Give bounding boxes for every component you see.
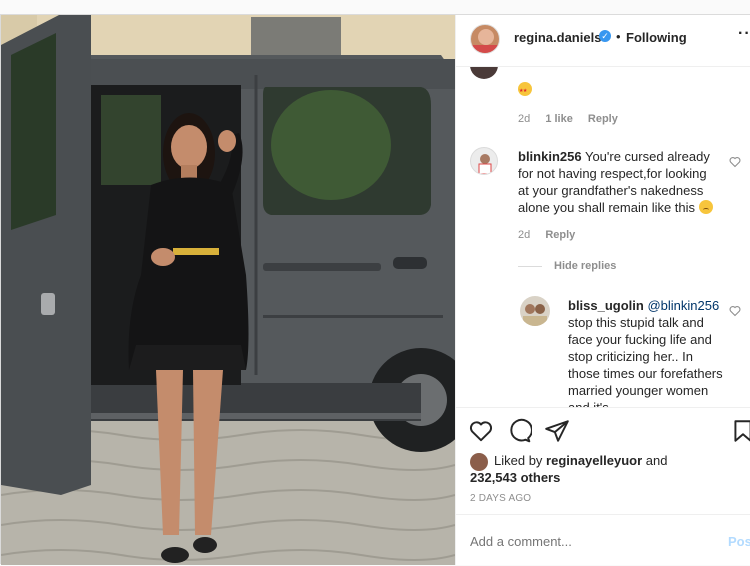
post-photo[interactable] (1, 15, 455, 565)
hide-replies-button[interactable]: Hide replies (554, 260, 616, 272)
comment-input[interactable] (470, 534, 710, 549)
likes-summary: Liked by reginayelleyuor and 232,543 oth… (470, 452, 740, 486)
verified-badge-icon: ✓ (599, 30, 611, 42)
reply-button[interactable]: Reply (588, 113, 618, 125)
following-button[interactable]: Following (626, 30, 687, 45)
reply-body: bliss_ugolin @blinkin256 stop this stupi… (568, 297, 723, 407)
liker-username[interactable]: reginayelleyuor (546, 453, 642, 468)
like-reply-heart-icon[interactable] (729, 305, 741, 317)
comment-meta: 2d 1 like Reply (518, 113, 630, 125)
post-sidebar: regina.daniels ✓ • Following ··· 2d 1 li… (455, 15, 750, 565)
reply-username[interactable]: bliss_ugolin (568, 298, 644, 313)
like-comment-heart-icon[interactable] (729, 156, 741, 168)
share-paper-plane-icon[interactable] (544, 418, 570, 444)
add-comment-bar: Post (456, 514, 750, 566)
post-timestamp[interactable]: 2 DAYS AGO (470, 493, 531, 504)
commenter-avatar[interactable] (470, 147, 498, 175)
likes-others-count[interactable]: 232,543 others (470, 469, 740, 486)
comment-likes-count[interactable]: 1 like (545, 113, 573, 125)
replies-divider (518, 266, 542, 267)
reply-button[interactable]: Reply (545, 229, 575, 241)
comments-list[interactable]: 2d 1 like Reply blinkin256 You're cursed… (456, 67, 750, 407)
header-separator: • (616, 29, 621, 44)
comment-age: 2d (518, 113, 531, 125)
commenter-avatar[interactable] (470, 67, 498, 79)
sad-face-emoji-icon (698, 200, 713, 214)
post-header: regina.daniels ✓ • Following ··· (456, 15, 750, 67)
author-username[interactable]: regina.daniels (514, 30, 601, 45)
save-bookmark-icon[interactable] (730, 418, 750, 444)
author-avatar[interactable] (470, 24, 500, 54)
comment-username[interactable]: blinkin256 (518, 149, 582, 164)
reply-mention[interactable]: @blinkin256 (647, 298, 719, 313)
like-heart-icon[interactable] (468, 418, 494, 444)
reply-avatar[interactable] (520, 296, 550, 326)
post-comment-button[interactable]: Post (728, 534, 750, 549)
likes-connector: and (645, 453, 668, 468)
instagram-post: regina.daniels ✓ • Following ··· 2d 1 li… (0, 14, 750, 565)
more-options-icon[interactable]: ··· (738, 25, 750, 43)
photo-illustration (1, 15, 455, 565)
reply-text: stop this stupid talk and face your fuck… (568, 315, 723, 407)
comment-age: 2d (518, 229, 531, 241)
comment-text (518, 81, 532, 100)
comment-meta: 2d Reply (518, 229, 587, 241)
comment-bubble-icon[interactable] (506, 418, 532, 444)
comment-body: blinkin256 You're cursed already for not… (518, 148, 718, 216)
post-actions: Liked by reginayelleyuor and 232,543 oth… (456, 407, 750, 565)
likes-prefix: Liked by (494, 453, 543, 468)
star-struck-emoji-icon (518, 82, 532, 100)
